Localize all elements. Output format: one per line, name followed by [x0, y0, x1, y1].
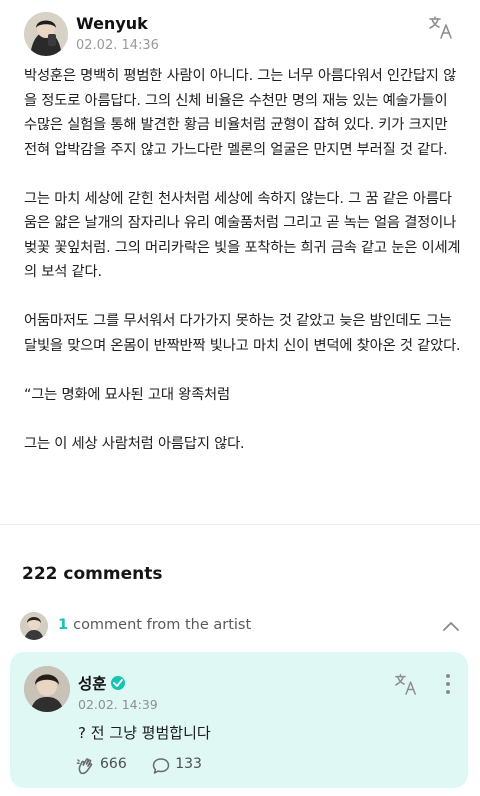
- artist-comments-toggle[interactable]: 1 comment from the artist: [20, 612, 464, 642]
- post-timestamp: 02.02. 14:36: [76, 38, 159, 53]
- commenter-name-row: 성훈: [78, 672, 125, 694]
- artist-avatar: [20, 612, 48, 640]
- post-paragraph: 어둠마저도 그를 무서워서 다가가지 못하는 것 같았고 늦은 밤인데도 그는 …: [24, 313, 461, 354]
- post-paragraph: 그는 이 세상 사람처럼 아름답지 않다.: [24, 435, 245, 452]
- speech-bubble-icon: [152, 758, 170, 774]
- author-avatar[interactable]: [24, 12, 68, 56]
- reply-button[interactable]: 133: [151, 756, 202, 774]
- comment-count: 222 comments: [22, 564, 163, 584]
- translate-icon[interactable]: [394, 672, 418, 696]
- translate-icon[interactable]: [428, 14, 454, 40]
- artist-comment-count: 1: [58, 617, 69, 633]
- comment-text: ? 전 그냥 평범합니다: [78, 724, 211, 742]
- artist-comment-card: 성훈 02.02. 14:39 ? 전 그냥 평범합니다 666 133: [10, 652, 468, 788]
- commenter-avatar[interactable]: [24, 666, 70, 712]
- like-count: 666: [100, 756, 127, 772]
- reply-count: 133: [175, 756, 202, 772]
- comment-reactions: 666 133: [76, 756, 222, 778]
- commenter-name[interactable]: 성훈: [78, 675, 107, 693]
- artist-comment-label: comment from the artist: [73, 617, 252, 633]
- section-divider: [0, 524, 480, 525]
- comment-timestamp: 02.02. 14:39: [78, 697, 158, 712]
- post-body: 박성훈은 명백히 평범한 사람이 아니다. 그는 너무 아름다워서 인간답지 않…: [24, 64, 464, 481]
- post-header: Wenyuk 02.02. 14:36: [24, 12, 464, 60]
- post-paragraph: “그는 명화에 묘사된 고대 왕족처럼: [24, 386, 230, 403]
- post-author[interactable]: Wenyuk: [76, 14, 148, 33]
- artist-comment-summary: 1 comment from the artist: [58, 617, 251, 633]
- more-vertical-icon[interactable]: [444, 674, 452, 696]
- post-paragraph: 그는 마치 세상에 갇힌 천사처럼 세상에 속하지 않는다. 그 꿈 같은 아름…: [24, 190, 461, 281]
- post-paragraph: 박성훈은 명백히 평범한 사람이 아니다. 그는 너무 아름다워서 인간답지 않…: [24, 68, 457, 158]
- like-button[interactable]: 666: [76, 756, 127, 775]
- cheer-hand-icon: [76, 758, 93, 775]
- verified-badge-icon: [110, 676, 125, 690]
- chevron-up-icon[interactable]: [442, 618, 460, 632]
